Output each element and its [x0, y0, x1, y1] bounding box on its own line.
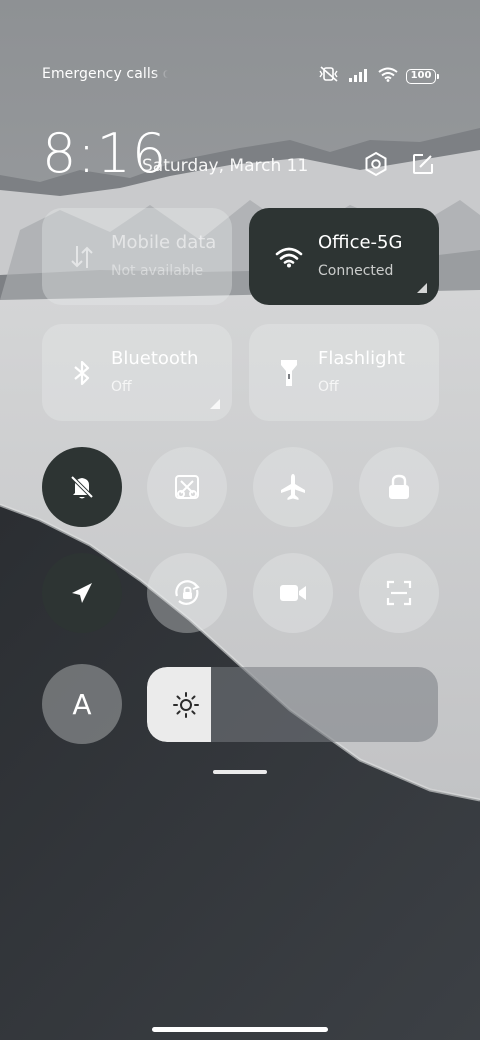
tile-flashlight-title: Flashlight: [318, 348, 406, 369]
toggle-location[interactable]: [42, 553, 122, 633]
expand-corner-icon[interactable]: [210, 399, 220, 409]
toggle-rotation-lock[interactable]: [147, 553, 227, 633]
bluetooth-icon: [66, 357, 98, 389]
scan-icon: [386, 580, 412, 606]
mobile-data-icon: [66, 241, 98, 273]
tile-bluetooth[interactable]: Bluetooth Off: [42, 324, 232, 421]
rotation-lock-icon: [175, 580, 200, 605]
toggle-font-size[interactable]: A: [42, 664, 122, 744]
expand-corner-icon[interactable]: [417, 283, 427, 293]
brightness-slider[interactable]: [147, 667, 438, 742]
toggle-lock[interactable]: [359, 447, 439, 527]
carrier-text: Emergency calls only: [42, 66, 168, 82]
battery-icon: 100: [406, 68, 439, 84]
panel-drag-handle[interactable]: [213, 770, 267, 774]
signal-icon: [348, 67, 370, 86]
tile-mobile-data-title: Mobile data: [111, 232, 217, 253]
location-icon: [72, 583, 92, 603]
screenshot-icon: [175, 475, 199, 499]
vibrate-mute-icon: [318, 66, 340, 86]
tile-wifi[interactable]: Office-5G Connected: [249, 208, 439, 305]
tile-mobile-data-subtitle: Not available: [111, 263, 204, 279]
tile-flashlight-subtitle: Off: [318, 379, 339, 395]
flashlight-icon: [273, 357, 305, 389]
toggle-airplane[interactable]: [253, 447, 333, 527]
tile-mobile-data[interactable]: Mobile data Not available: [42, 208, 232, 305]
airplane-icon: [281, 474, 305, 500]
tile-flashlight[interactable]: Flashlight Off: [249, 324, 439, 421]
edit-icon: [413, 154, 433, 174]
toggle-scan[interactable]: [359, 553, 439, 633]
tile-bluetooth-title: Bluetooth: [111, 348, 199, 369]
tile-wifi-title: Office-5G: [318, 232, 403, 253]
settings-icon: [365, 151, 387, 177]
silent-bell-icon: [70, 475, 94, 499]
wifi-status-icon: [378, 67, 398, 86]
tile-bluetooth-subtitle: Off: [111, 379, 132, 395]
settings-button[interactable]: [362, 150, 390, 178]
tile-wifi-subtitle: Connected: [318, 263, 394, 279]
toggle-silent[interactable]: [42, 447, 122, 527]
clock-date: Saturday, March 11: [142, 156, 309, 176]
screen-record-icon: [280, 585, 306, 601]
status-icons: 100: [318, 66, 439, 86]
lock-icon: [389, 474, 409, 499]
edit-button[interactable]: [409, 150, 437, 178]
wifi-icon: [273, 241, 305, 273]
status-bar: Emergency calls only 100: [0, 60, 480, 92]
home-indicator[interactable]: [152, 1027, 328, 1032]
toggle-screenshot[interactable]: [147, 447, 227, 527]
toggle-screen-record[interactable]: [253, 553, 333, 633]
sun-icon: [171, 690, 201, 720]
font-size-icon: A: [72, 687, 92, 721]
